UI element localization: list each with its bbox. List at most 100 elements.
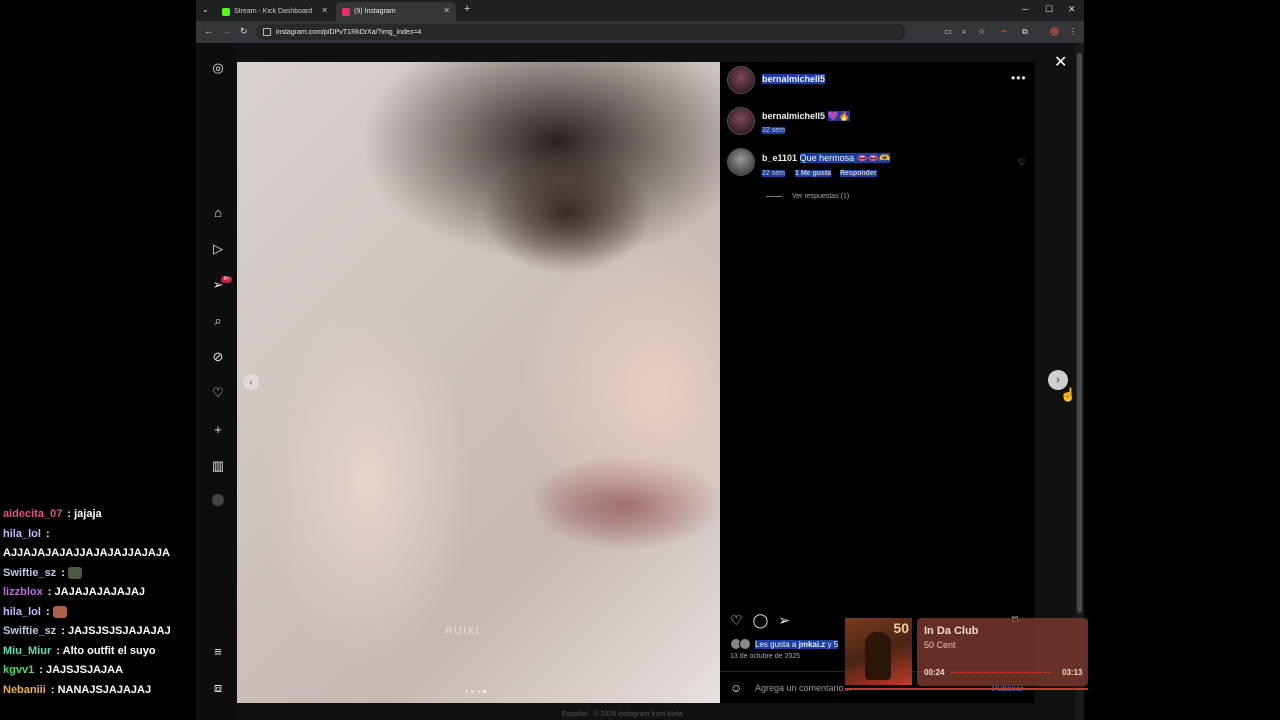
track-duration: 03:13 [1062,668,1083,677]
bookmark-star-icon[interactable]: ☆ [978,27,985,36]
chat-text: NANAJSJAJAJAJ [57,683,152,696]
chat-emote [52,605,67,618]
browser-menu-icon[interactable]: ⋮ [1069,27,1077,36]
track-progress-bar [845,688,1088,690]
search-icon[interactable]: ⌕ [210,313,226,329]
create-icon[interactable]: + [210,422,226,438]
meta-icon[interactable]: ⧈ [210,680,226,696]
post-detail-panel: bernalmichell5 ••• bernalmichell5 💜🔥 22 … [720,62,1035,703]
chat-message: Miu_Miur : Alto outfit el suyo [3,644,156,657]
chat-text: AJJAJAJAJAJJAJAJAJJAJAJA [3,547,170,559]
track-artist: 50 Cent [924,640,956,650]
chat-username[interactable]: Swiftie_sz [3,567,56,579]
commenter-avatar[interactable] [728,149,754,175]
carousel-indicator [465,690,486,693]
chat-message: Nebaniii : NANAJSJAJAJAJ [3,683,152,696]
chat-text: Alto outfit el suyo [62,644,156,657]
chat-text: JAJAJAJAJAJAJ [54,586,146,598]
likes-text: Les gusta a jmkai.z y 5 [755,639,839,649]
caption-avatar[interactable] [728,108,754,134]
share-icon[interactable]: ➢ [778,612,790,629]
comment-text: Que hermosa 👄👄🫶 [799,153,891,163]
instagram-icon [342,7,350,16]
notifications-icon[interactable]: ♡ [210,385,226,401]
chat-message: Swiftie_sz : [3,564,193,584]
tab-bar: ⌄ Stream - Kick Dashboard ✕ (9) Instagra… [196,0,1084,21]
profile-icon[interactable] [212,494,224,506]
zoom-icon[interactable]: ⌕ [962,27,966,37]
caption-time: 22 sem [762,127,785,134]
chat-username[interactable]: Swiftie_sz [3,625,56,637]
chat-username[interactable]: lizzblox [3,586,43,598]
author-avatar[interactable] [728,67,754,93]
chat-emote [67,566,82,579]
reply-button[interactable]: Responder [840,170,877,177]
album-cover-text: 50 [893,620,909,636]
tab-label: (9) Instagram [354,8,396,15]
close-post-icon[interactable]: ✕ [1054,52,1067,72]
more-options-icon[interactable]: ••• [1011,71,1027,85]
extensions-icon[interactable]: ⧉ [1022,27,1028,37]
caption-username[interactable]: bernalmichell5 💜🔥 [762,111,850,122]
post-image[interactable]: RUIXI [237,62,720,703]
emoji-icon[interactable]: ☺ [730,681,742,695]
comment-input[interactable]: Agrega un comentario... [755,683,851,693]
likes-summary[interactable]: Les gusta a jmkai.z y 5 [730,638,839,650]
profile-avatar[interactable] [1050,27,1059,36]
author-username[interactable]: bernalmichell5 [762,74,826,84]
stream-chat: aidecita_07 : jajaja hila_lol : AJJAJAJAJ… [3,505,193,700]
instagram-logo-icon[interactable]: ◎ [210,60,226,76]
liker-avatar [739,638,751,650]
chat-username[interactable]: aidecita_07 [3,508,62,520]
dashboard-icon[interactable]: ▥ [210,458,226,474]
comment-likes[interactable]: 1 Me gusta [795,170,832,177]
chat-username[interactable]: hila_lol [3,606,41,618]
view-replies-button[interactable]: Ver respuestas (1) [766,193,849,200]
comment-like-icon[interactable]: ♡ [1018,157,1026,168]
maximize-icon[interactable]: ☐ [1045,4,1053,15]
back-icon[interactable]: ← [204,26,213,36]
extension-red-icon[interactable]: ━ [1002,27,1007,36]
track-card: In Da Club 50 Cent 00:24 03:13 [917,618,1088,686]
reels-icon[interactable]: ▷ [210,241,226,257]
menu-icon[interactable]: ≡ [210,644,226,660]
forward-icon[interactable]: → [222,26,231,36]
comment-time: 22 sem [762,170,785,177]
tab-search-icon[interactable]: ⌄ [202,5,209,14]
home-icon[interactable]: ⌂ [210,205,226,221]
tab-label: Stream - Kick Dashboard [234,8,313,15]
address-toolbar: ← → ↻ instagram.com/p/DPvT1RkDrXa/?img_i… [196,21,1084,43]
new-tab-icon[interactable]: + [464,3,470,15]
tab-kick-dashboard[interactable]: Stream - Kick Dashboard ✕ [216,2,334,21]
explore-icon[interactable]: ⊘ [210,349,226,365]
carousel-dot [477,690,480,693]
instagram-sidebar: ◎ ⌂ ▷ ➢ 9+ ⌕ ⊘ ♡ + ▥ ≡ ⧈ [196,43,236,720]
kick-icon [222,7,230,16]
previous-image-button[interactable]: ‹ [243,374,259,390]
elapsed-time: 00:24 [924,668,945,677]
close-tab-icon[interactable]: ✕ [443,6,450,15]
tab-instagram[interactable]: (9) Instagram ✕ [336,2,456,21]
minimize-icon[interactable]: ─ [1022,4,1028,14]
close-window-icon[interactable]: ✕ [1068,4,1076,15]
image-watermark: RUIXI [445,625,480,637]
carousel-dot [471,690,474,693]
close-tab-icon[interactable]: ✕ [321,6,328,15]
chat-message: aidecita_07 : jajaja [3,508,102,520]
scrollbar-thumb[interactable] [1077,53,1082,613]
browser-window: ⌄ Stream - Kick Dashboard ✕ (9) Instagra… [196,0,1084,720]
album-cover: 50 [845,618,912,685]
chat-message: hila_lol : [3,603,193,623]
site-info-icon[interactable] [263,28,271,36]
reload-icon[interactable]: ↻ [240,26,248,37]
chat-username[interactable]: kgvv1 [3,664,34,676]
install-icon[interactable]: ▭ [944,27,952,36]
chat-username[interactable]: hila_lol [3,528,41,540]
comment-username[interactable]: b_e1101 [762,153,797,163]
chat-username[interactable]: Miu_Miur [3,645,51,657]
like-icon[interactable]: ♡ [730,612,743,629]
comment-icon[interactable]: ◯ [753,612,769,629]
now-playing-widget: 50 In Da Club 50 Cent 00:24 03:13 [845,618,1088,690]
chat-username[interactable]: Nebaniii [3,684,46,696]
url-bar[interactable]: instagram.com/p/DPvT1RkDrXa/?img_index=4 [256,24,906,40]
